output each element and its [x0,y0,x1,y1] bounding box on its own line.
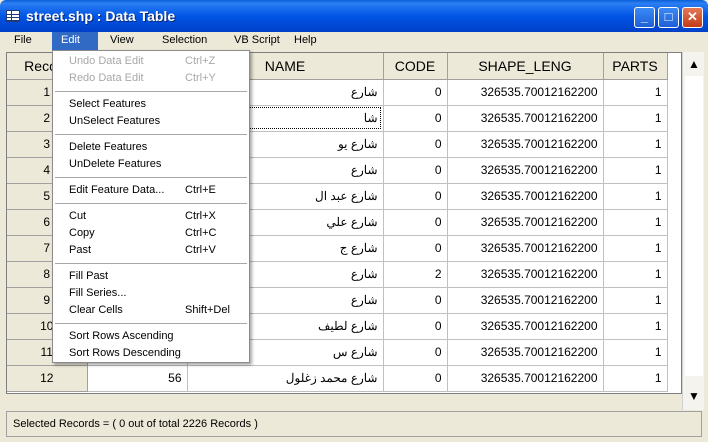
title-bar: street.shp : Data Table _ □ ✕ [0,0,708,32]
menu-separator [55,263,247,264]
menu-fill-past[interactable]: Fill Past [53,268,249,285]
cell-shape-leng[interactable]: 326535.70012162200 [447,157,604,184]
cell-code[interactable]: 0 [383,105,448,132]
menu-copy[interactable]: Copy Ctrl+C [53,225,249,242]
cell-parts[interactable]: 1 [603,261,668,288]
cell-parts[interactable]: 1 [603,365,668,392]
cell-parts[interactable]: 1 [603,209,668,236]
cell-parts[interactable]: 1 [603,105,668,132]
record-number[interactable]: 12 [7,365,88,392]
cell-parts[interactable]: 1 [603,157,668,184]
menu-separator [55,177,247,178]
cell-shape-leng[interactable]: 326535.70012162200 [447,209,604,236]
cell-code[interactable]: 0 [383,209,448,236]
vertical-scrollbar[interactable]: ▲ ▼ [682,52,704,410]
cell-parts[interactable]: 1 [603,313,668,340]
menu-edit[interactable]: Edit [52,32,98,50]
menu-sort-rows-ascending[interactable]: Sort Rows Ascending [53,328,249,345]
menu-past[interactable]: Past Ctrl+V [53,242,249,259]
cell-shape-leng[interactable]: 326535.70012162200 [447,365,604,392]
menu-select-features[interactable]: Select Features [53,96,249,113]
cell-parts[interactable]: 1 [603,287,668,314]
menu-cut[interactable]: Cut Ctrl+X [53,208,249,225]
cell-code[interactable]: 0 [383,157,448,184]
menu-selection[interactable]: Selection [156,32,213,50]
cell-shape-leng[interactable]: 326535.70012162200 [447,287,604,314]
cell-parts[interactable]: 1 [603,131,668,158]
status-bar: Selected Records = ( 0 out of total 2226… [6,411,702,437]
cell-code[interactable]: 0 [383,339,448,366]
scroll-thumb[interactable] [685,76,703,376]
menu-bar: File Edit View Selection VB Script Help [0,32,708,50]
col-header-shape-leng[interactable]: SHAPE_LENG [447,53,604,80]
menu-sort-rows-descending[interactable]: Sort Rows Descending [53,345,249,362]
close-button[interactable]: ✕ [682,7,703,28]
cell-name[interactable]: شارع محمد زغلول [187,365,384,392]
maximize-button[interactable]: □ [658,7,679,28]
cell-shape-leng[interactable]: 326535.70012162200 [447,235,604,262]
table-row[interactable]: 12 56 شارع محمد زغلول 0 326535.70012162200 1 [7,365,668,392]
menu-view[interactable]: View [104,32,140,50]
menu-vbscript[interactable]: VB Script [228,32,286,50]
scroll-up-arrow-icon[interactable]: ▲ [684,54,704,74]
menu-clear-cells[interactable]: Clear Cells Shift+Del [53,302,249,319]
cell-code[interactable]: 0 [383,287,448,314]
cell-code[interactable]: 0 [383,235,448,262]
menu-file[interactable]: File [8,32,38,50]
menu-separator [55,323,247,324]
cell-parts[interactable]: 1 [603,339,668,366]
cell-parts[interactable]: 1 [603,79,668,106]
menu-separator [55,91,247,92]
scroll-down-arrow-icon[interactable]: ▼ [684,386,704,406]
table-icon [6,10,20,22]
cell-code[interactable]: 0 [383,313,448,340]
cell-id[interactable]: 56 [87,365,188,392]
menu-undelete-features[interactable]: UnDelete Features [53,156,249,173]
cell-code[interactable]: 0 [383,79,448,106]
menu-separator [55,134,247,135]
menu-unselect-features[interactable]: UnSelect Features [53,113,249,130]
menu-edit-feature-data[interactable]: Edit Feature Data... Ctrl+E [53,182,249,199]
cell-shape-leng[interactable]: 326535.70012162200 [447,79,604,106]
menu-redo-data-edit: Redo Data Edit Ctrl+Y [69,72,216,84]
cell-shape-leng[interactable]: 326535.70012162200 [447,313,604,340]
cell-parts[interactable]: 1 [603,235,668,262]
cell-shape-leng[interactable]: 326535.70012162200 [447,261,604,288]
cell-code[interactable]: 0 [383,131,448,158]
cell-parts[interactable]: 1 [603,183,668,210]
cell-shape-leng[interactable]: 326535.70012162200 [447,339,604,366]
menu-separator [55,203,247,204]
col-header-code[interactable]: CODE [383,53,448,80]
col-header-parts[interactable]: PARTS [603,53,668,80]
menu-help[interactable]: Help [288,32,323,50]
window-title: street.shp : Data Table [26,8,176,24]
cell-code[interactable]: 0 [383,365,448,392]
menu-delete-features[interactable]: Delete Features [53,139,249,156]
minimize-button[interactable]: _ [634,7,655,28]
cell-shape-leng[interactable]: 326535.70012162200 [447,131,604,158]
edit-dropdown-menu: Undo Data Edit Ctrl+Z Redo Data Edit Ctrl+… [52,50,250,363]
cell-shape-leng[interactable]: 326535.70012162200 [447,183,604,210]
cell-code[interactable]: 2 [383,261,448,288]
cell-code[interactable]: 0 [383,183,448,210]
menu-undo-data-edit: Undo Data Edit Ctrl+Z [69,55,216,67]
menu-fill-series[interactable]: Fill Series... [53,285,249,302]
cell-shape-leng[interactable]: 326535.70012162200 [447,105,604,132]
